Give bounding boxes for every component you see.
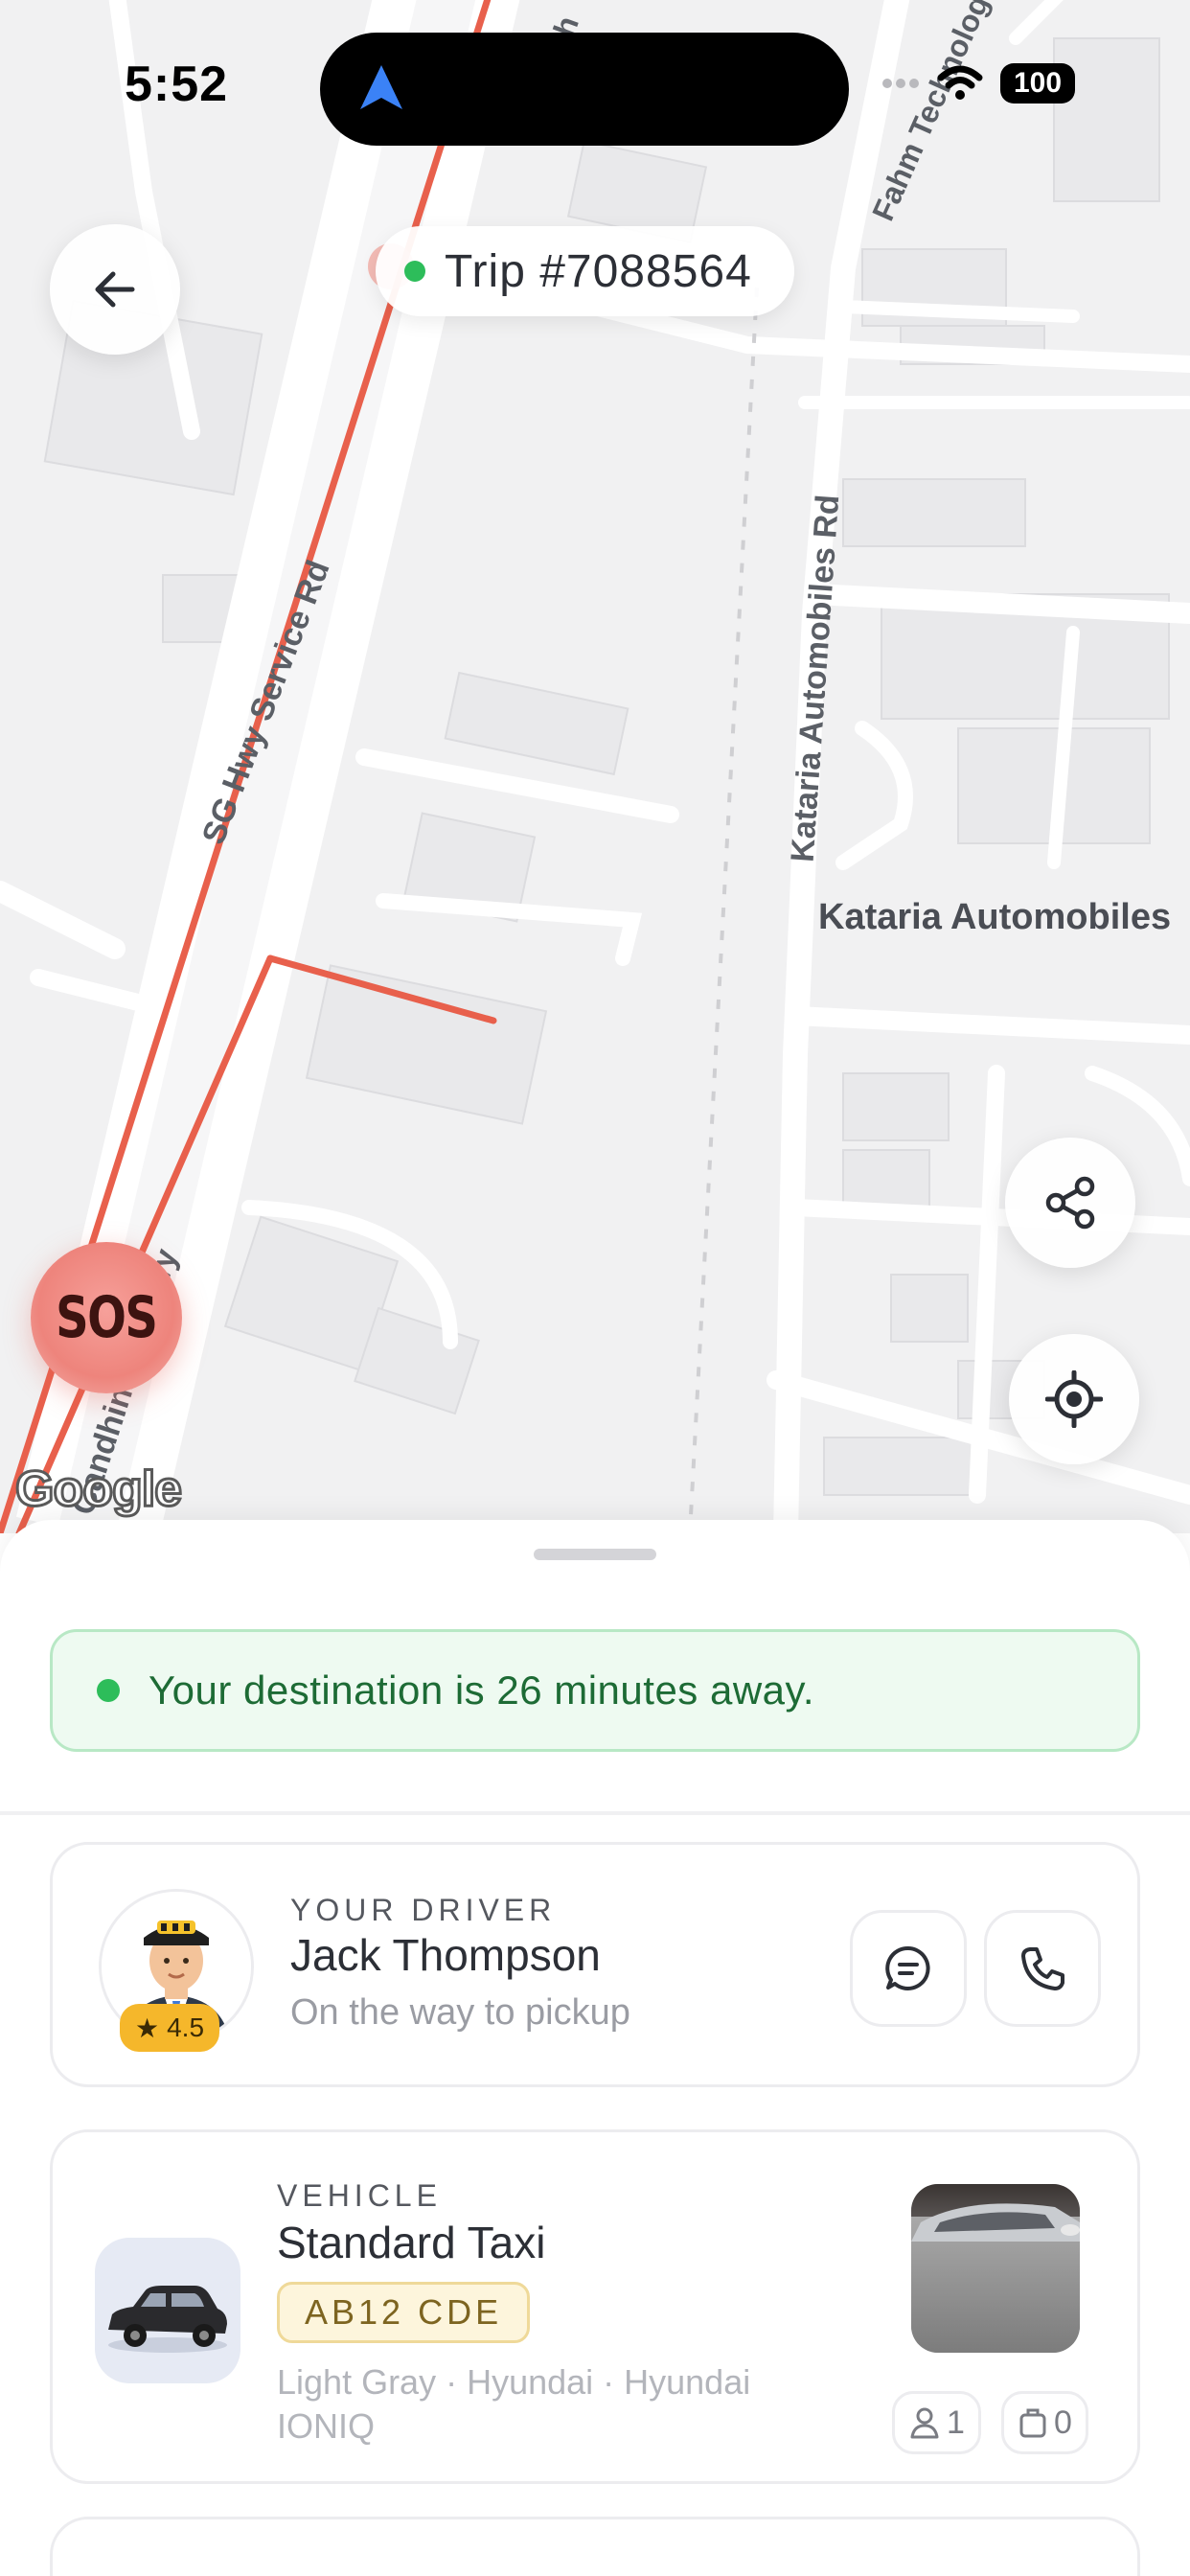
passenger-capacity: 1 [892,2391,981,2454]
trip-bottom-sheet[interactable]: Your destination is 26 minutes away. ★ 4… [0,1520,1190,2576]
vehicle-type: Standard Taxi [277,2218,546,2267]
passenger-count: 1 [947,2404,965,2441]
driver-rating-badge: ★ 4.5 [120,2004,220,2052]
share-icon [1045,1176,1095,1230]
driver-name: Jack Thompson [290,1930,601,1980]
license-plate: AB12 CDE [277,2282,531,2343]
sos-button[interactable]: SOS [31,1242,182,1393]
luggage-capacity: 0 [1001,2391,1088,2454]
arrow-left-icon [95,271,135,308]
status-time: 5:52 [125,57,229,112]
chat-bubble-icon [885,1945,930,1990]
luggage-count: 0 [1054,2404,1072,2441]
recenter-location-button[interactable] [1009,1334,1139,1464]
eta-message: Your destination is 26 minutes away. [149,1668,815,1713]
navigation-arrow-icon [360,65,402,109]
status-bar: 5:52 100 [0,0,1190,172]
google-attribution: Google [13,1460,183,1519]
eta-banner: Your destination is 26 minutes away. [50,1629,1140,1752]
message-driver-button[interactable] [850,1910,967,2027]
dynamic-island [320,33,849,146]
driver-overline: YOUR DRIVER [290,1893,557,1927]
signal-dots-icon [882,79,919,88]
luggage-icon [1019,2408,1046,2438]
battery-indicator: 100 [1000,63,1075,104]
crosshair-icon [1045,1370,1103,1428]
driver-status: On the way to pickup [290,1992,630,2033]
wifi-icon [937,65,983,100]
next-card[interactable] [50,2517,1140,2576]
vehicle-photo [911,2184,1080,2353]
phone-icon [1021,1947,1064,1990]
trip-id-label: Trip #7088564 [445,245,752,297]
vehicle-card[interactable]: VEHICLE Standard Taxi AB12 CDE Light Gra… [50,2129,1140,2484]
vehicle-description: Light Gray · Hyundai · Hyundai IONIQ [277,2362,751,2446]
sos-label: SOS [56,1284,158,1351]
vehicle-type-thumbnail [95,2238,240,2383]
road-label-kataria-place: Kataria Automobiles [818,897,1172,937]
star-icon: ★ [135,2012,160,2043]
back-button[interactable] [50,224,180,355]
trip-id-pill: Trip #7088564 [376,226,794,316]
vehicle-overline: VEHICLE [277,2178,442,2213]
person-icon [910,2407,939,2439]
trip-live-dot [404,261,425,282]
eta-status-dot [97,1679,120,1702]
sheet-drag-handle[interactable] [534,1549,656,1560]
section-divider [0,1811,1190,1815]
call-driver-button[interactable] [984,1910,1101,2027]
taxi-car-icon [108,2286,227,2353]
share-button[interactable] [1005,1138,1135,1268]
car-photo-icon [911,2184,1080,2353]
driver-card[interactable]: ★ 4.5 YOUR DRIVER Jack Thompson On the w… [50,1842,1140,2087]
driver-rating: 4.5 [167,2012,205,2042]
status-indicators: 100 [881,63,1075,104]
